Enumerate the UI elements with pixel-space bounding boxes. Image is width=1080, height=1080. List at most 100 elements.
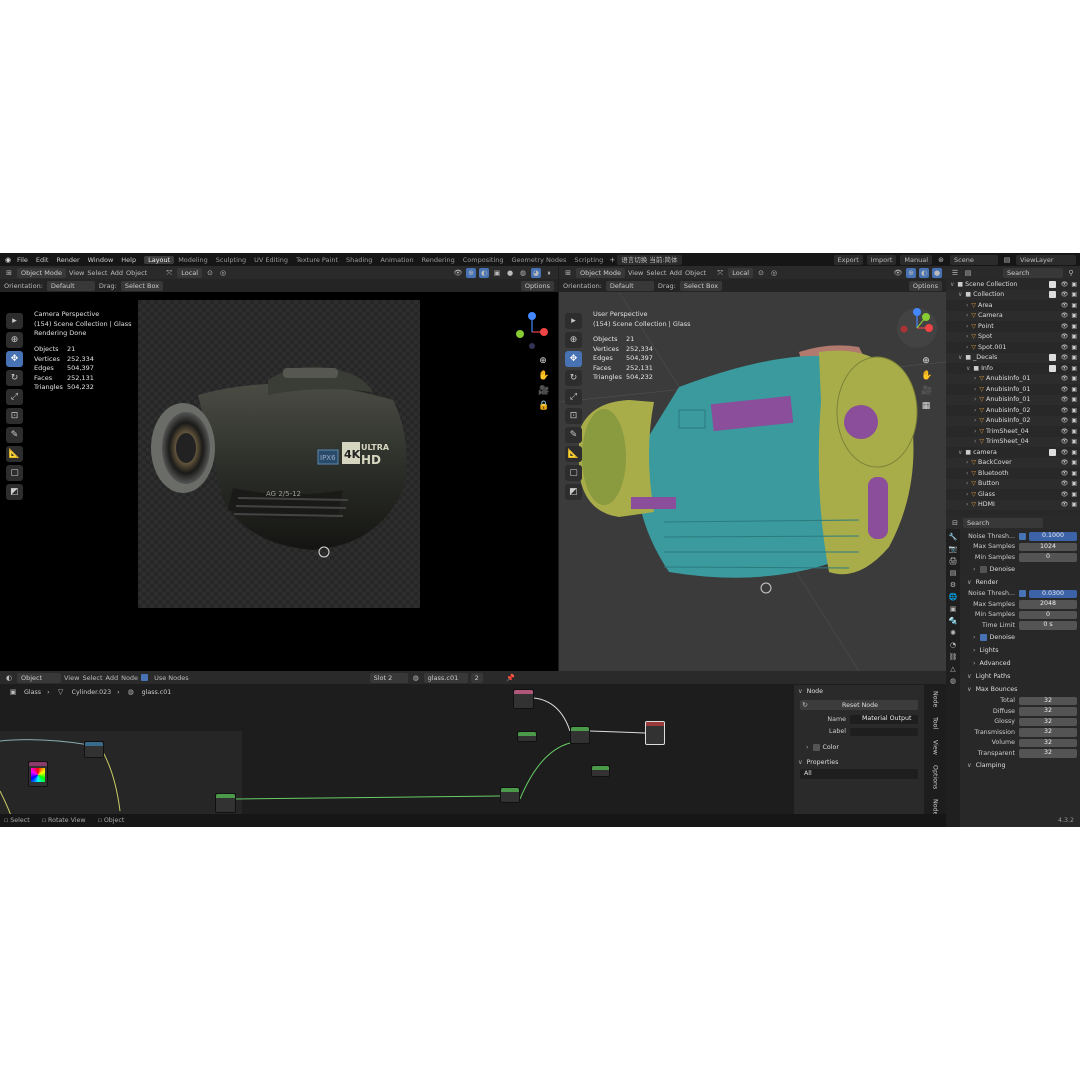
eye-icon[interactable]: 👁	[1061, 438, 1069, 445]
eye-icon[interactable]: 👁	[1061, 375, 1069, 382]
eye-icon[interactable]: 👁	[1061, 386, 1069, 393]
object-menu[interactable]: Object	[685, 269, 706, 277]
data-tab-icon[interactable]: △	[950, 665, 955, 673]
move-tool-icon[interactable]: ✥	[6, 351, 23, 367]
camera-render-icon[interactable]: ▣	[1071, 354, 1077, 361]
eye-icon[interactable]: 👁	[1061, 291, 1069, 298]
shading-material-icon[interactable]: ◍	[518, 268, 528, 278]
property-value-field[interactable]: 32	[1019, 728, 1077, 737]
render-tab-icon[interactable]: 📷	[949, 545, 958, 553]
cursor-tool-icon[interactable]: ⊕	[6, 332, 23, 348]
workspace-tab-layout[interactable]: Layout	[144, 255, 175, 264]
eye-icon[interactable]: 👁	[1061, 312, 1069, 319]
property-value-field[interactable]: 0.0300	[1029, 589, 1077, 598]
node-shader-small[interactable]	[591, 765, 610, 777]
overlay-icon[interactable]: ◐	[479, 267, 489, 278]
modifier-tab-icon[interactable]: 🔩	[949, 617, 958, 625]
left-nav-gizmo[interactable]	[512, 310, 552, 350]
property-value-field[interactable]: 0	[1019, 553, 1077, 562]
camera-render-icon[interactable]: ▣	[1071, 281, 1077, 288]
extra-tool-icon[interactable]: ◩	[6, 484, 23, 500]
expand-arrow-icon[interactable]: ∨	[958, 354, 962, 361]
expand-arrow-icon[interactable]: ∨	[958, 449, 962, 456]
menu-item-file[interactable]: File	[13, 256, 32, 264]
eye-icon[interactable]: 👁	[1061, 459, 1069, 466]
zoom-icon[interactable]: ⊕	[538, 356, 548, 366]
outliner-row[interactable]: › ▽ BackCover 👁 ▣	[946, 457, 1080, 468]
proportional-icon[interactable]: ◎	[218, 268, 228, 278]
properties-section[interactable]: ∨ Properties	[794, 756, 924, 769]
transform-icon[interactable]: ⤧	[164, 268, 174, 278]
scale-tool-icon[interactable]: ⤢	[6, 389, 23, 405]
outliner-row[interactable]: › ▽ AnubisInfo_01 👁 ▣	[946, 384, 1080, 395]
panel-subsection[interactable]: › Lights	[963, 644, 1077, 657]
filter-icon[interactable]: ⚲	[1066, 268, 1076, 278]
panel-section-header[interactable]: ∨ Render	[963, 576, 1077, 589]
property-value-field[interactable]: 32	[1019, 707, 1077, 716]
shading-solid-icon[interactable]: ●	[505, 268, 515, 278]
eye-icon[interactable]: 👁	[1061, 365, 1069, 372]
orientation-selector[interactable]: Default	[605, 280, 654, 291]
menu-item-help[interactable]: Help	[117, 256, 140, 264]
world-tab-icon[interactable]: 🌐	[949, 593, 958, 601]
visibility-icon[interactable]: 👁	[453, 268, 463, 278]
eye-icon[interactable]: 👁	[1061, 396, 1069, 403]
property-value-field[interactable]: 1024	[1019, 542, 1077, 551]
expand-arrow-icon[interactable]: ›	[966, 491, 968, 498]
color-section[interactable]: › Color	[794, 741, 924, 754]
camera-render-icon[interactable]: ▣	[1071, 344, 1077, 351]
object-menu[interactable]: Object	[126, 269, 147, 277]
panel-section-header[interactable]: ∨ Clamping	[963, 759, 1077, 772]
expand-arrow-icon[interactable]: ›	[966, 470, 968, 477]
panel-subsection[interactable]: › Advanced	[963, 657, 1077, 670]
expand-arrow-icon[interactable]: ∨	[967, 579, 972, 586]
property-value-field[interactable]: 32	[1019, 738, 1077, 747]
eye-icon[interactable]: 👁	[1061, 417, 1069, 424]
snap-icon[interactable]: ⊙	[205, 268, 215, 278]
outliner-row[interactable]: › ▽ AnubisInfo_01 👁 ▣	[946, 394, 1080, 405]
outliner-row[interactable]: ∨ ■ Info 👁 ▣	[946, 363, 1080, 374]
measure-tool-icon[interactable]: 📐	[6, 446, 23, 462]
outliner-row[interactable]: › ▽ TrimSheet_04 👁 ▣	[946, 436, 1080, 447]
outliner-row[interactable]: › ▽ AnubisInfo_02 👁 ▣	[946, 415, 1080, 426]
node-mix[interactable]	[84, 741, 104, 758]
eye-icon[interactable]: 👁	[1061, 407, 1069, 414]
properties-type-icon[interactable]: ⊟	[950, 518, 960, 528]
outliner-row[interactable]: › ▽ Bluetooth 👁 ▣	[946, 468, 1080, 479]
eye-icon[interactable]: 👁	[1061, 344, 1069, 351]
expand-arrow-icon[interactable]: ›	[973, 647, 976, 654]
pan-hand-icon[interactable]: ✋	[921, 371, 932, 381]
scale-tool-icon[interactable]: ⤢	[565, 389, 582, 405]
workspace-tab-shading[interactable]: Shading	[342, 256, 376, 264]
outliner-row[interactable]: › ▽ HDMI 👁 ▣	[946, 499, 1080, 510]
workspace-tab-geometry-nodes[interactable]: Geometry Nodes	[508, 256, 571, 264]
add-cube-tool-icon[interactable]: ▢	[565, 465, 582, 481]
object-tab-icon[interactable]: ▣	[950, 605, 957, 613]
camera-render-icon[interactable]: ▣	[1071, 491, 1077, 498]
view-menu[interactable]: View	[69, 269, 84, 277]
camera-render-icon[interactable]: ▣	[1071, 312, 1077, 319]
workspace-tab-sculpting[interactable]: Sculpting	[212, 256, 250, 264]
camera-view-icon[interactable]: 🎥	[538, 386, 549, 396]
measure-tool-icon[interactable]: 📐	[565, 446, 582, 462]
right-nav-gizmo[interactable]	[895, 306, 939, 350]
include-checkbox[interactable]	[1048, 354, 1056, 362]
color-checkbox[interactable]	[812, 744, 820, 751]
perspective-grid-icon[interactable]: ▦	[921, 401, 931, 411]
annotate-tool-icon[interactable]: ✎	[6, 427, 23, 443]
expand-arrow-icon[interactable]: ∨	[967, 673, 972, 680]
expand-arrow-icon[interactable]: ∨	[958, 291, 962, 298]
panel-subsection[interactable]: › Denoise	[963, 563, 1077, 576]
move-tool-icon[interactable]: ✥	[565, 351, 582, 367]
camera-render-icon[interactable]: ▣	[1071, 470, 1077, 477]
camera-render-icon[interactable]: ▣	[1071, 375, 1077, 382]
particles-tab-icon[interactable]: ✺	[950, 629, 956, 637]
transform-icon[interactable]: ⤧	[715, 268, 725, 278]
add-menu[interactable]: Add	[669, 269, 682, 277]
gizmo-icon[interactable]: ⊕	[466, 267, 476, 278]
eye-icon[interactable]: 👁	[1061, 323, 1069, 330]
expand-arrow-icon[interactable]: ›	[966, 480, 968, 487]
tool-tab-icon[interactable]: 🔧	[949, 533, 958, 541]
include-checkbox[interactable]	[1048, 448, 1056, 456]
expand-arrow-icon[interactable]: ›	[966, 302, 968, 309]
